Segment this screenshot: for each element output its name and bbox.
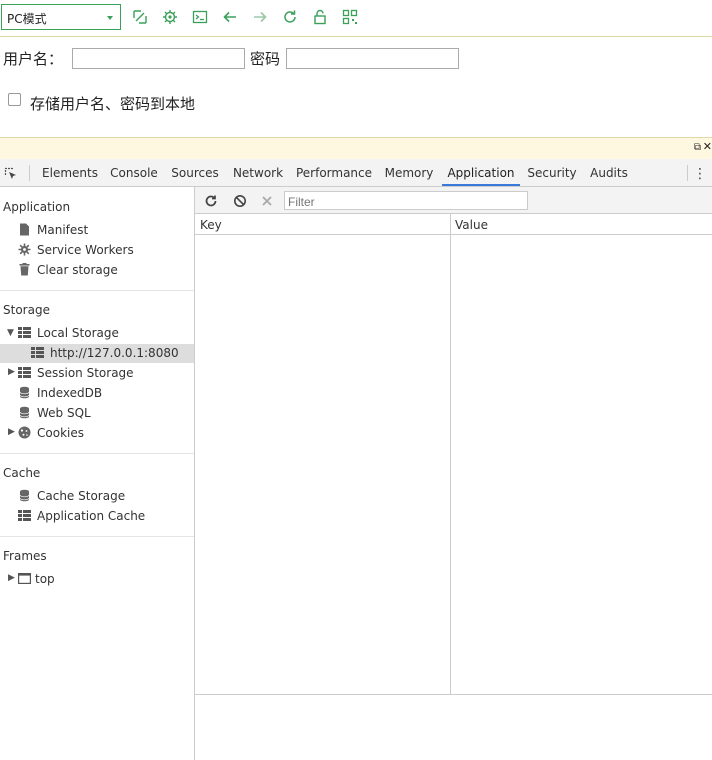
section-title-frames: Frames <box>3 549 47 563</box>
tab-sources[interactable]: Sources <box>166 159 224 186</box>
tab-performance[interactable]: Performance <box>292 159 376 186</box>
password-field[interactable] <box>286 48 459 69</box>
forward-arrow-icon[interactable] <box>252 9 268 25</box>
expanded-triangle-icon[interactable]: ▼ <box>7 328 14 338</box>
collapsed-triangle-icon[interactable]: ▶ <box>8 573 15 583</box>
delete-selected-icon[interactable] <box>260 193 274 207</box>
clear-all-icon[interactable] <box>233 193 247 207</box>
database-icon <box>19 489 30 502</box>
grid-icon <box>18 510 31 521</box>
more-options-icon[interactable]: ⋮ <box>693 166 707 182</box>
username-label: 用户名： <box>3 50 64 68</box>
gear-icon <box>18 243 31 256</box>
filter-input[interactable] <box>284 191 528 210</box>
mode-select[interactable]: PC模式 <box>1 4 121 30</box>
tab-security[interactable]: Security <box>522 159 582 186</box>
back-arrow-icon[interactable] <box>222 9 238 25</box>
column-header-value[interactable]: Value <box>455 218 488 232</box>
grid-icon <box>31 347 44 358</box>
refresh-icon[interactable] <box>204 193 218 207</box>
tab-network[interactable]: Network <box>226 159 290 186</box>
section-title-cache: Cache <box>3 466 41 480</box>
grid-bottom-divider <box>195 694 712 695</box>
devtools-tabbar: Elements Console Sources Network Perform… <box>0 159 712 187</box>
undock-icon[interactable]: ⧉ <box>694 142 701 153</box>
qr-code-icon[interactable] <box>342 9 358 25</box>
remember-label: 存储用户名、密码到本地 <box>30 95 196 113</box>
grid-icon <box>18 327 31 338</box>
storage-view: Key Value <box>195 187 712 760</box>
remember-checkbox[interactable] <box>8 93 21 106</box>
refresh-icon[interactable] <box>282 9 298 25</box>
tab-elements[interactable]: Elements <box>38 159 102 186</box>
grid-icon <box>18 367 31 378</box>
section-divider <box>0 290 194 291</box>
password-label: 密码 <box>250 50 281 68</box>
gear-icon[interactable] <box>162 9 178 25</box>
column-divider[interactable] <box>450 214 451 694</box>
browser-toolbar: PC模式 <box>0 0 712 37</box>
tab-separator <box>687 165 688 181</box>
username-field[interactable] <box>72 48 245 69</box>
frame-icon <box>18 573 31 585</box>
section-title-storage: Storage <box>3 303 50 317</box>
collapsed-triangle-icon[interactable]: ▶ <box>8 367 15 377</box>
trash-icon <box>19 263 30 276</box>
login-form: 用户名： 密码 存储用户名、密码到本地 <box>0 37 712 137</box>
database-icon <box>19 386 30 399</box>
chevron-down-icon <box>107 16 113 20</box>
collapsed-triangle-icon[interactable]: ▶ <box>8 427 15 437</box>
terminal-icon[interactable] <box>192 9 208 25</box>
tab-memory[interactable]: Memory <box>378 159 440 186</box>
devtools-dock-strip: ⧉ ✕ <box>0 137 712 159</box>
application-sidebar: Application Manifest Service Workers Cle… <box>0 187 195 760</box>
cookie-icon <box>18 426 31 439</box>
screenshot-icon[interactable] <box>132 9 148 25</box>
storage-toolbar <box>195 187 712 214</box>
tab-separator <box>29 165 30 181</box>
tab-audits[interactable]: Audits <box>584 159 634 186</box>
section-divider <box>0 453 194 454</box>
column-header-key[interactable]: Key <box>200 218 222 232</box>
mode-select-value: PC模式 <box>7 12 47 26</box>
section-divider <box>0 536 194 537</box>
storage-grid-header: Key Value <box>195 214 712 235</box>
tab-console[interactable]: Console <box>104 159 164 186</box>
lock-icon[interactable] <box>312 9 328 25</box>
section-title-application: Application <box>3 200 71 214</box>
document-icon <box>20 223 29 236</box>
tab-application[interactable]: Application <box>442 159 520 186</box>
close-icon[interactable]: ✕ <box>703 140 712 153</box>
database-icon <box>19 406 30 419</box>
inspect-element-icon[interactable] <box>4 166 18 180</box>
